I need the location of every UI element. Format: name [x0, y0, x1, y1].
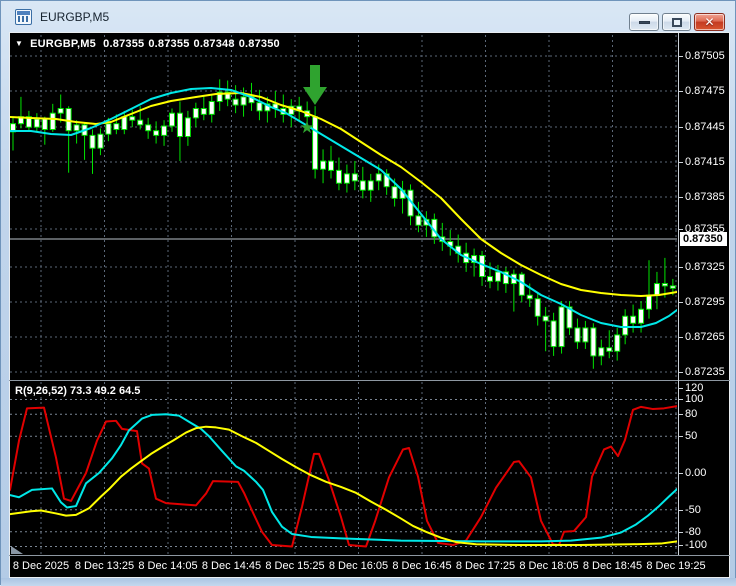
price-tick — [679, 162, 683, 163]
minimize-button[interactable] — [629, 13, 659, 31]
price-tick — [679, 267, 683, 268]
time-axis-border — [9, 555, 730, 556]
indicator-tick-label: 50 — [685, 430, 698, 442]
close-button[interactable]: ✕ — [694, 13, 725, 31]
time-tick-label: 8 Dec 15:25 — [265, 560, 325, 572]
price-tick-label: 0.87475 — [685, 85, 725, 97]
price-tick — [679, 229, 683, 230]
indicator-tick-label: -50 — [685, 504, 701, 516]
restore-icon — [671, 17, 682, 27]
price-tick — [679, 302, 683, 303]
indicator-tick — [679, 545, 683, 546]
indicator-tick — [679, 399, 683, 400]
time-tick-label: 8 Dec 2025 — [12, 560, 70, 572]
window-titlebar[interactable]: EURGBP,M5 ✕ — [1, 1, 736, 32]
chart-ohlc-header: ▼ EURGBP,M5 0.87355 0.87355 0.87348 0.87350 — [15, 38, 284, 50]
time-tick-label: 8 Dec 16:05 — [328, 560, 389, 572]
indicator-tick — [679, 532, 683, 533]
time-tick-label: 8 Dec 13:25 — [74, 560, 135, 572]
header-symbol: EURGBP,M5 — [30, 38, 96, 50]
price-tick — [679, 197, 683, 198]
star-signal-icon: ★ — [299, 118, 314, 138]
indicator-tick-label: 0.00 — [685, 467, 707, 479]
price-tick-label: 0.87385 — [685, 191, 725, 203]
close-icon: ✕ — [704, 15, 715, 29]
indicator-tick-label: 100 — [685, 393, 704, 405]
current-price-box: 0.87350 — [680, 232, 727, 246]
main-chart-canvas[interactable]: ★ — [10, 35, 677, 380]
time-tick-label: 8 Dec 18:45 — [582, 560, 643, 572]
price-tick-label: 0.87415 — [685, 156, 725, 168]
price-tick — [679, 56, 683, 57]
time-tick-label: 8 Dec 16:45 — [392, 560, 452, 572]
indicator-tick — [679, 388, 683, 389]
time-tick-label: 8 Dec 17:25 — [455, 560, 516, 572]
chart-window-icon — [15, 9, 32, 25]
header-high: 0.87355 — [148, 38, 190, 50]
indicator-tick — [679, 436, 683, 437]
time-tick-label: 8 Dec 14:05 — [138, 560, 198, 572]
price-tick — [679, 337, 683, 338]
pane-separator[interactable] — [9, 380, 730, 381]
price-tick-label: 0.87445 — [685, 121, 725, 133]
restore-button[interactable] — [662, 13, 691, 31]
indicator-tick — [679, 510, 683, 511]
indicator-tick — [679, 473, 683, 474]
minimize-icon — [638, 20, 650, 24]
price-tick-label: 0.87505 — [685, 50, 725, 62]
price-tick — [679, 372, 683, 373]
price-tick-label: 0.87235 — [685, 366, 725, 378]
window-title: EURGBP,M5 — [40, 10, 110, 24]
indicator-tick-label: -80 — [685, 526, 701, 538]
indicator-tick-label: 80 — [685, 408, 698, 420]
header-low: 0.87348 — [193, 38, 235, 50]
indicator-tick — [679, 414, 683, 415]
symbol-dropdown-icon[interactable]: ▼ — [15, 39, 23, 48]
price-axis-border — [678, 33, 679, 555]
mt4-chart-window: { "window": { "title": "EURGBP,M5", "con… — [0, 0, 736, 586]
price-tick-label: 0.87265 — [685, 331, 725, 343]
price-tick-label: 0.87325 — [685, 261, 725, 273]
price-tick-label: 0.87295 — [685, 296, 725, 308]
indicator-label: R(9,26,52) 73.3 49.2 64.5 — [15, 385, 141, 397]
price-tick — [679, 127, 683, 128]
header-close: 0.87350 — [238, 38, 280, 50]
header-open: 0.87355 — [103, 38, 145, 50]
indicator-tick-label: -100 — [685, 539, 708, 551]
time-tick-label: 8 Dec 19:25 — [646, 560, 706, 572]
time-tick-label: 8 Dec 18:05 — [519, 560, 579, 572]
price-tick — [679, 91, 683, 92]
time-tick-label: 8 Dec 14:45 — [201, 560, 262, 572]
indicator-canvas[interactable] — [10, 382, 677, 554]
